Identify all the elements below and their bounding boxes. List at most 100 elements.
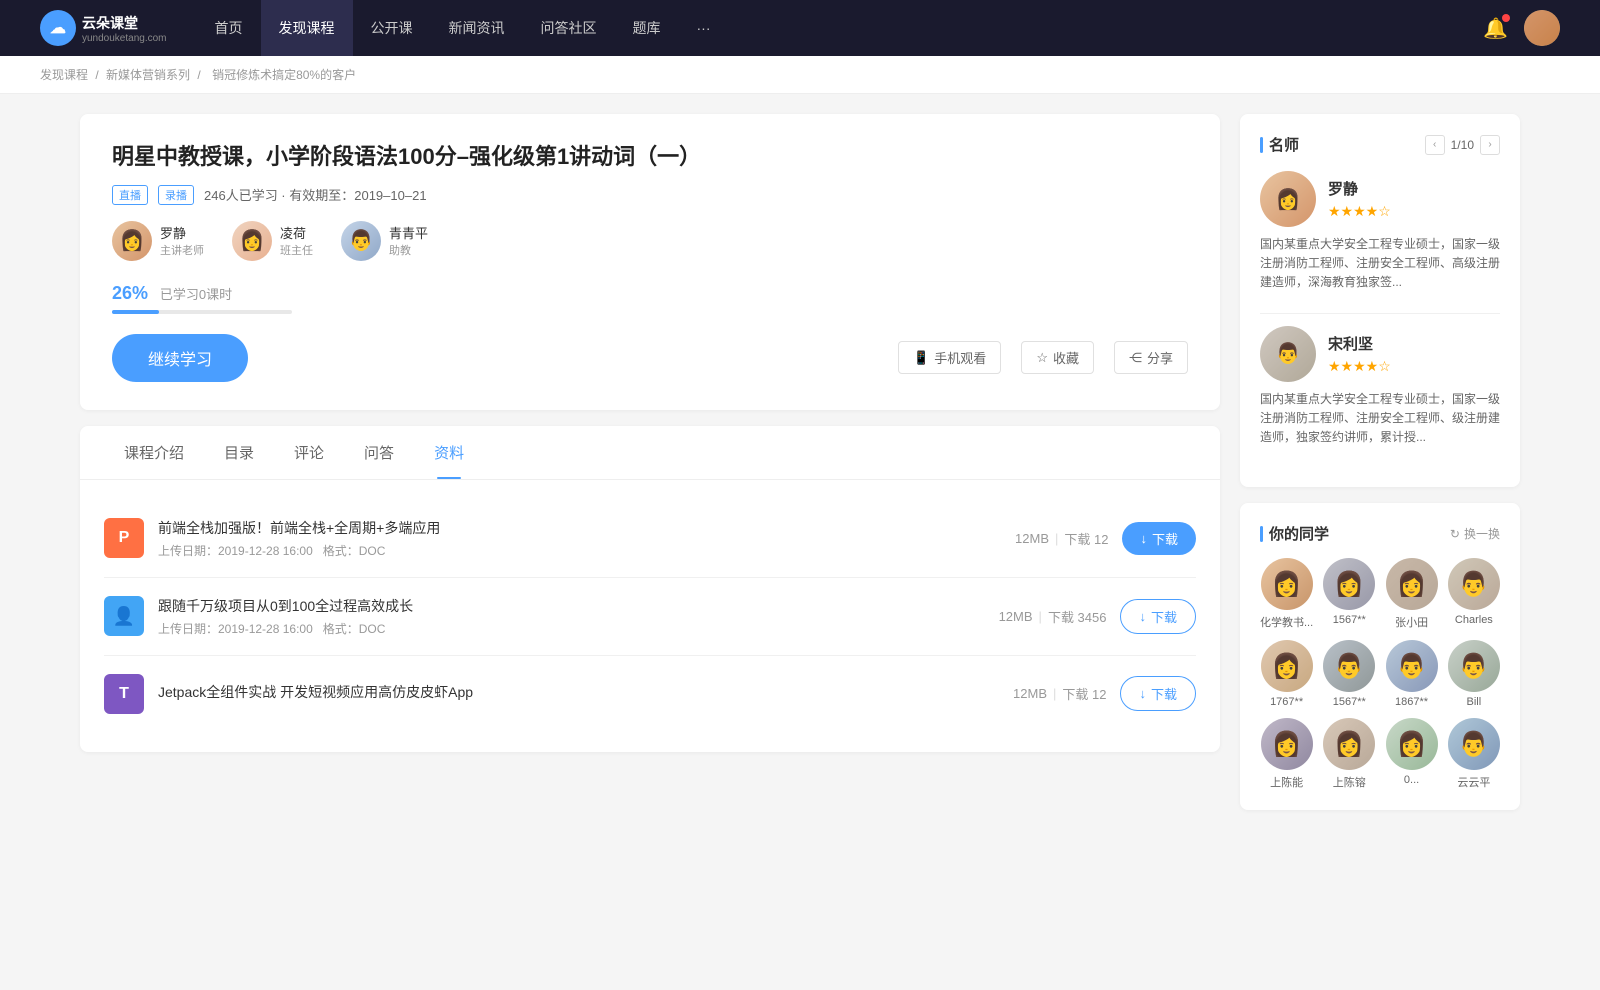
classmate-name-1: 化学教书... [1260, 614, 1313, 630]
nav-item-qa[interactable]: 问答社区 [523, 0, 615, 56]
classmate-avatar-7: 👨 [1386, 640, 1438, 692]
mobile-watch-button[interactable]: 📱 手机观看 [898, 341, 1001, 374]
download-button-1[interactable]: ↓ 下载 [1122, 522, 1196, 555]
teachers-prev-button[interactable]: ‹ [1425, 135, 1445, 155]
teacher-desc-1: 国内某重点大学安全工程专业硕士，国家一级注册消防工程师、注册安全工程师、高级注册… [1260, 235, 1500, 293]
instructor-name-2: 凌荷 [280, 223, 313, 242]
classmate-avatar-11: 👩 [1386, 718, 1438, 770]
collect-button[interactable]: ☆ 收藏 [1021, 341, 1094, 374]
nav-item-quiz[interactable]: 题库 [615, 0, 679, 56]
classmate-12[interactable]: 👨 云云平 [1448, 718, 1500, 790]
teacher-divider [1260, 313, 1500, 314]
share-button[interactable]: ⋲ 分享 [1114, 341, 1188, 374]
teachers-card-header: 名师 ‹ 1/10 › [1260, 134, 1500, 155]
classmate-name-9: 上陈能 [1260, 774, 1313, 790]
refresh-button[interactable]: ↻ 换一换 [1450, 525, 1500, 542]
tab-resource[interactable]: 资料 [414, 426, 484, 479]
progress-section: 26% 已学习0课时 [112, 283, 1188, 314]
nav-item-home[interactable]: 首页 [197, 0, 261, 56]
classmate-avatar-4: 👨 [1448, 558, 1500, 610]
tab-qa[interactable]: 问答 [344, 426, 414, 479]
teacher-top-1: 👩 罗静 ★★★★☆ [1260, 171, 1500, 227]
title-bar [1260, 137, 1263, 153]
download-icon-3: ↓ [1139, 686, 1146, 701]
classmate-2[interactable]: 👩 1567** [1323, 558, 1375, 630]
classmate-name-10: 上陈镕 [1323, 774, 1375, 790]
classmate-avatar-12: 👨 [1448, 718, 1500, 770]
teacher-top-2: 👨 宋利坚 ★★★★☆ [1260, 326, 1500, 382]
download-icon-2: ↓ [1139, 609, 1146, 624]
instructor-avatar-3: 👨 [341, 221, 381, 261]
title-bar-2 [1260, 526, 1263, 542]
classmate-name-7: 1867** [1385, 696, 1437, 708]
resource-stats-2: 12MB | 下载 3456 [999, 607, 1107, 626]
right-panel: 名师 ‹ 1/10 › 👩 罗静 ★ [1240, 114, 1520, 810]
course-actions: 继续学习 📱 手机观看 ☆ 收藏 ⋲ 分享 [112, 334, 1188, 382]
classmate-name-3: 张小田 [1385, 614, 1437, 630]
classmate-8[interactable]: 👨 Bill [1448, 640, 1500, 708]
course-meta: 直播 录播 246人已学习 · 有效期至：2019–10–21 [112, 185, 1188, 205]
progress-label: 已学习0课时 [160, 287, 232, 302]
classmate-7[interactable]: 👨 1867** [1385, 640, 1437, 708]
teacher-item-1: 👩 罗静 ★★★★☆ 国内某重点大学安全工程专业硕士，国家一级注册消防工程师、注… [1260, 171, 1500, 293]
classmate-10[interactable]: 👩 上陈镕 [1323, 718, 1375, 790]
nav-items: 首页 发现课程 公开课 新闻资讯 问答社区 题库 ··· [197, 0, 1484, 56]
resource-stats-1: 12MB | 下载 12 [1015, 529, 1108, 548]
classmate-avatar-8: 👨 [1448, 640, 1500, 692]
resource-item-3: T Jetpack全组件实战 开发短视频应用高仿皮皮虾App 12MB | 下载… [104, 656, 1196, 732]
classmate-avatar-6: 👨 [1323, 640, 1375, 692]
tab-catalog[interactable]: 目录 [204, 426, 274, 479]
teachers-next-button[interactable]: › [1480, 135, 1500, 155]
tab-intro[interactable]: 课程介绍 [104, 426, 204, 479]
nav-item-courses[interactable]: 发现课程 [261, 0, 353, 56]
navbar: ☁ 云朵课堂 yundouketang.com 首页 发现课程 公开课 新闻资讯… [0, 0, 1600, 56]
breadcrumb-link-2[interactable]: 新媒体营销系列 [106, 68, 190, 82]
badge-live: 直播 [112, 185, 148, 205]
logo[interactable]: ☁ 云朵课堂 yundouketang.com [40, 10, 167, 46]
classmate-name-11: 0... [1385, 774, 1437, 786]
mobile-icon: 📱 [913, 350, 929, 366]
teachers-card-nav: ‹ 1/10 › [1425, 135, 1500, 155]
instructor-avatar-1: 👩 [112, 221, 152, 261]
instructor-2: 👩 凌荷 班主任 [232, 221, 313, 261]
teacher-avatar-2: 👨 [1260, 326, 1316, 382]
resource-stats-3: 12MB | 下载 12 [1013, 684, 1106, 703]
continue-button[interactable]: 继续学习 [112, 334, 248, 382]
nav-right: 🔔 [1483, 10, 1560, 46]
instructor-name-1: 罗静 [160, 223, 204, 242]
main-container: 明星中教授课，小学阶段语法100分–强化级第1讲动词（一） 直播 录播 246人… [40, 94, 1560, 830]
nav-item-more[interactable]: ··· [679, 0, 729, 56]
classmate-3[interactable]: 👩 张小田 [1385, 558, 1437, 630]
download-button-2[interactable]: ↓ 下载 [1120, 599, 1196, 634]
breadcrumb-link-1[interactable]: 发现课程 [40, 68, 88, 82]
instructor-1: 👩 罗静 主讲老师 [112, 221, 204, 261]
classmate-1[interactable]: 👩 化学教书... [1260, 558, 1313, 630]
tab-review[interactable]: 评论 [274, 426, 344, 479]
classmate-6[interactable]: 👨 1567** [1323, 640, 1375, 708]
left-panel: 明星中教授课，小学阶段语法100分–强化级第1讲动词（一） 直播 录播 246人… [80, 114, 1220, 810]
classmate-5[interactable]: 👩 1767** [1260, 640, 1313, 708]
teacher-item-2: 👨 宋利坚 ★★★★☆ 国内某重点大学安全工程专业硕士，国家一级注册消防工程师、… [1260, 326, 1500, 448]
download-button-3[interactable]: ↓ 下载 [1120, 676, 1196, 711]
resource-title-1: 前端全栈加强版！前端全栈+全周期+多端应用 [158, 518, 1001, 538]
download-icon-1: ↓ [1140, 531, 1147, 546]
instructor-avatar-2: 👩 [232, 221, 272, 261]
classmates-card: 你的同学 ↻ 换一换 👩 化学教书... 👩 1567** 👩 [1240, 503, 1520, 810]
nav-item-news[interactable]: 新闻资讯 [431, 0, 523, 56]
classmate-avatar-9: 👩 [1261, 718, 1313, 770]
classmate-4[interactable]: 👨 Charles [1448, 558, 1500, 630]
nav-item-open[interactable]: 公开课 [353, 0, 431, 56]
notification-bell[interactable]: 🔔 [1483, 16, 1508, 41]
notification-dot [1502, 14, 1510, 22]
user-avatar[interactable] [1524, 10, 1560, 46]
teacher-name-1: 罗静 [1328, 178, 1391, 199]
breadcrumb: 发现课程 / 新媒体营销系列 / 销冠修炼术搞定80%的客户 [0, 56, 1600, 94]
classmate-9[interactable]: 👩 上陈能 [1260, 718, 1313, 790]
teacher-name-2: 宋利坚 [1328, 333, 1391, 354]
classmate-name-5: 1767** [1260, 696, 1313, 708]
breadcrumb-current: 销冠修炼术搞定80%的客户 [212, 68, 356, 82]
resource-info-3: Jetpack全组件实战 开发短视频应用高仿皮皮虾App [158, 682, 999, 706]
classmate-11[interactable]: 👩 0... [1385, 718, 1437, 790]
classmates-title: 你的同学 [1260, 523, 1329, 544]
instructor-role-1: 主讲老师 [160, 242, 204, 258]
